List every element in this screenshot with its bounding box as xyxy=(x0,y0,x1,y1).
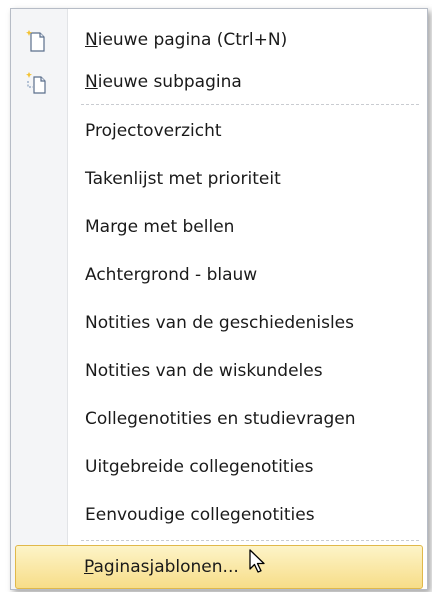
menu-item-label: Nieuwe pagina (Ctrl+N) xyxy=(85,30,288,50)
menu-separator xyxy=(81,104,419,105)
mouse-cursor-icon xyxy=(249,549,265,573)
menu-item-label: Eenvoudige collegenotities xyxy=(85,505,315,525)
menu-item-template[interactable]: Projectoverzicht xyxy=(13,110,425,152)
menu-item-label: Achtergrond - blauw xyxy=(85,265,258,285)
menu-item-page-templates[interactable]: Paginasjablonen... xyxy=(15,545,423,589)
menu-item-label: Takenlijst met prioriteit xyxy=(85,169,281,189)
menu-item-template[interactable]: Notities van de wiskundeles xyxy=(13,350,425,392)
menu-item-new-page[interactable]: Nieuwe pagina (Ctrl+N) xyxy=(13,19,425,61)
new-page-icon xyxy=(26,30,45,52)
new-subpage-icon xyxy=(26,72,46,94)
menu-item-label: Notities van de wiskundeles xyxy=(85,361,323,381)
menu-item-label: Uitgebreide collegenotities xyxy=(85,457,314,477)
menu-item-label: Paginasjablonen... xyxy=(84,557,239,577)
menu-item-new-subpage[interactable]: Nieuwe subpagina xyxy=(13,61,425,103)
menu-item-label: Projectoverzicht xyxy=(85,121,222,141)
menu-item-label: Notities van de geschiedenisles xyxy=(85,313,354,333)
menu-item-template[interactable]: Uitgebreide collegenotities xyxy=(13,446,425,488)
menu-item-template[interactable]: Notities van de geschiedenisles xyxy=(13,302,425,344)
menu-separator xyxy=(81,540,419,541)
menu-item-template[interactable]: Marge met bellen xyxy=(13,206,425,248)
menu-item-template[interactable]: Achtergrond - blauw xyxy=(13,254,425,296)
menu-item-label: Collegenotities en studievragen xyxy=(85,409,356,429)
menu-item-template[interactable]: Eenvoudige collegenotities xyxy=(13,494,425,536)
menu-item-template[interactable]: Takenlijst met prioriteit xyxy=(13,158,425,200)
context-menu: Nieuwe pagina (Ctrl+N) Nieuwe subpagina … xyxy=(10,8,428,590)
menu-item-template[interactable]: Collegenotities en studievragen xyxy=(13,398,425,440)
menu-item-label: Nieuwe subpagina xyxy=(85,72,242,92)
menu-item-label: Marge met bellen xyxy=(85,217,235,237)
